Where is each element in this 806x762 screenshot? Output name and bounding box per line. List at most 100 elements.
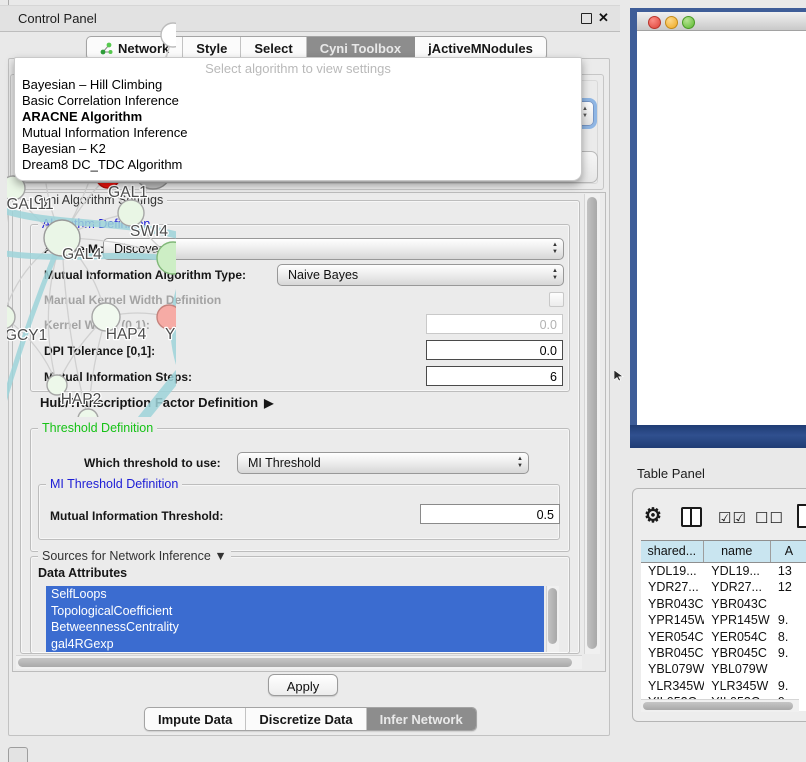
mi-steps-field[interactable]: 6 [426, 366, 563, 386]
data-attributes-list[interactable]: SelfLoopsTopologicalCoefficientBetweenne… [46, 586, 544, 652]
table-cell: YER054C [704, 629, 772, 645]
popup-item-bayesian-hill-climbing[interactable]: Bayesian – Hill Climbing [15, 77, 581, 93]
table-cell: YDR27... [641, 579, 704, 595]
settings-horizontal-thumb[interactable] [18, 658, 572, 667]
tab-infer-network[interactable]: Infer Network [367, 708, 476, 730]
table-row[interactable]: YBL079WYBL079W [641, 661, 806, 677]
network-node[interactable] [78, 409, 98, 417]
tab-cyni-toolbox[interactable]: Cyni Toolbox [307, 37, 415, 59]
table-column-header[interactable]: A [771, 541, 806, 562]
expanded-arrow-icon: ▼ [214, 549, 226, 563]
tab-label: Impute Data [158, 712, 232, 727]
attribute-row[interactable]: SelfLoops [46, 586, 544, 603]
attribute-row[interactable]: TopologicalCoefficient [46, 603, 544, 620]
select-all-icon[interactable]: ☑☑ [718, 509, 747, 527]
data-attributes-label: Data Attributes [38, 566, 127, 580]
table-row[interactable]: YPR145WYPR145W9. [641, 612, 806, 628]
table-cell: 9. [772, 645, 806, 661]
table-cell [772, 661, 806, 677]
table-column-header[interactable]: name [704, 541, 771, 562]
table-row[interactable]: YLR345WYLR345W9. [641, 678, 806, 694]
tab-label: Discretize Data [259, 712, 352, 727]
dpi-tolerance-field[interactable]: 0.0 [426, 340, 563, 360]
close-button[interactable] [648, 16, 661, 29]
table-cell: YPR145W [704, 612, 772, 628]
network-node[interactable] [161, 23, 176, 47]
app-screen: { "control_panel": { "title": "Control P… [0, 0, 806, 762]
gear-icon[interactable]: ⚙ [644, 503, 662, 528]
float-panel-icon[interactable] [581, 13, 592, 24]
zoom-button[interactable] [682, 16, 695, 29]
settings-vertical-thumb[interactable] [587, 197, 597, 649]
table-horizontal-scrollbar[interactable] [641, 699, 799, 712]
settings-vertical-scrollbar[interactable] [584, 194, 600, 654]
table-row[interactable]: YER054CYER054C8. [641, 629, 806, 645]
minimize-button[interactable] [665, 16, 678, 29]
tab-discretize-data[interactable]: Discretize Data [246, 708, 366, 730]
table-cell: YLR345W [641, 678, 704, 694]
tab-jactivemnodules[interactable]: jActiveMNodules [415, 37, 546, 59]
table-cell: YBR045C [704, 645, 772, 661]
network-node-label: Y [165, 326, 175, 343]
attributes-scrollbar[interactable] [546, 586, 559, 652]
tab-style[interactable]: Style [183, 37, 241, 59]
network-window-titlebar[interactable] [637, 12, 806, 31]
popup-item-mutual-information-inference[interactable]: Mutual Information Inference [15, 125, 581, 141]
table-cell: 12 [772, 579, 806, 595]
network-node-label: HAP4 [106, 326, 147, 343]
deselect-all-icon[interactable]: ☐☐ [755, 509, 784, 527]
table-row[interactable]: YDR27...YDR27...12 [641, 579, 806, 595]
popup-item-basic-correlation-inference[interactable]: Basic Correlation Inference [15, 93, 581, 109]
attribute-row[interactable]: gal4RGexp [46, 636, 544, 653]
combo-arrows-icon: ▲▼ [582, 106, 588, 119]
table-cell: YBR045C [641, 645, 704, 661]
restore-panel-button[interactable] [8, 747, 28, 762]
table-cell: 9. [772, 612, 806, 628]
network-node-label: GCY1 [7, 327, 47, 344]
network-node-label: GAL11 [7, 196, 54, 213]
columns-icon[interactable] [681, 507, 702, 527]
which-threshold-value: MI Threshold [248, 456, 321, 470]
table-column-header[interactable]: shared... [641, 541, 704, 562]
network-node-label: HAP2 [61, 391, 102, 408]
network-edge-highlighted[interactable] [121, 374, 176, 417]
sources-title-text: Sources for Network Inference [42, 549, 211, 563]
table-row[interactable]: YBR043CYBR043C [641, 596, 806, 612]
table-cell: YBR043C [704, 596, 772, 612]
close-panel-icon[interactable]: ✕ [598, 10, 609, 26]
table-cell: YDL19... [641, 563, 704, 579]
attribute-row[interactable]: BetweennessCentrality [46, 619, 544, 636]
table-row[interactable]: YDL19...YDL19...13 [641, 563, 806, 579]
popup-placeholder: Select algorithm to view settings [15, 58, 581, 77]
network-view-inner [637, 12, 806, 425]
combo-arrows-icon: ▲▼ [552, 268, 558, 281]
which-threshold-label: Which threshold to use: [84, 456, 221, 470]
table-cell: YER054C [641, 629, 704, 645]
table-row[interactable]: YBR045CYBR045C9. [641, 645, 806, 661]
table-cell: 8. [772, 629, 806, 645]
manual-kernel-width-checkbox[interactable] [549, 292, 564, 307]
sources-group-title[interactable]: Sources for Network Inference ▼ [38, 549, 231, 563]
table-cell: YPR145W [641, 612, 704, 628]
settings-horizontal-scrollbar[interactable] [16, 655, 582, 669]
table-cell: YDL19... [704, 563, 772, 579]
popup-item-aracne-algorithm[interactable]: ARACNE Algorithm [15, 109, 581, 125]
mi-threshold-label: Mutual Information Threshold: [50, 509, 223, 523]
popup-item-dream8-dc-tdc-algorithm[interactable]: Dream8 DC_TDC Algorithm [15, 157, 581, 173]
table-cell: YLR345W [704, 678, 772, 694]
network-node-label: GAL1 [108, 184, 148, 201]
which-threshold-combobox[interactable]: MI Threshold ▲▼ [237, 452, 529, 474]
table-cell: YBR043C [641, 596, 704, 612]
table-cell: YBL079W [704, 661, 772, 677]
page-icon[interactable] [797, 504, 806, 528]
mi-algorithm-type-combobox[interactable]: Naive Bayes ▲▼ [277, 264, 564, 286]
attributes-scrollbar-thumb[interactable] [548, 588, 557, 644]
tab-label: jActiveMNodules [428, 41, 533, 56]
mi-threshold-field[interactable]: 0.5 [420, 504, 560, 524]
popup-item-bayesian-k2[interactable]: Bayesian – K2 [15, 141, 581, 157]
table-horizontal-thumb[interactable] [643, 702, 793, 710]
tab-impute-data[interactable]: Impute Data [145, 708, 246, 730]
apply-button[interactable]: Apply [268, 674, 338, 696]
kernel-width-field[interactable]: 0.0 [426, 314, 563, 334]
tab-select[interactable]: Select [241, 37, 306, 59]
